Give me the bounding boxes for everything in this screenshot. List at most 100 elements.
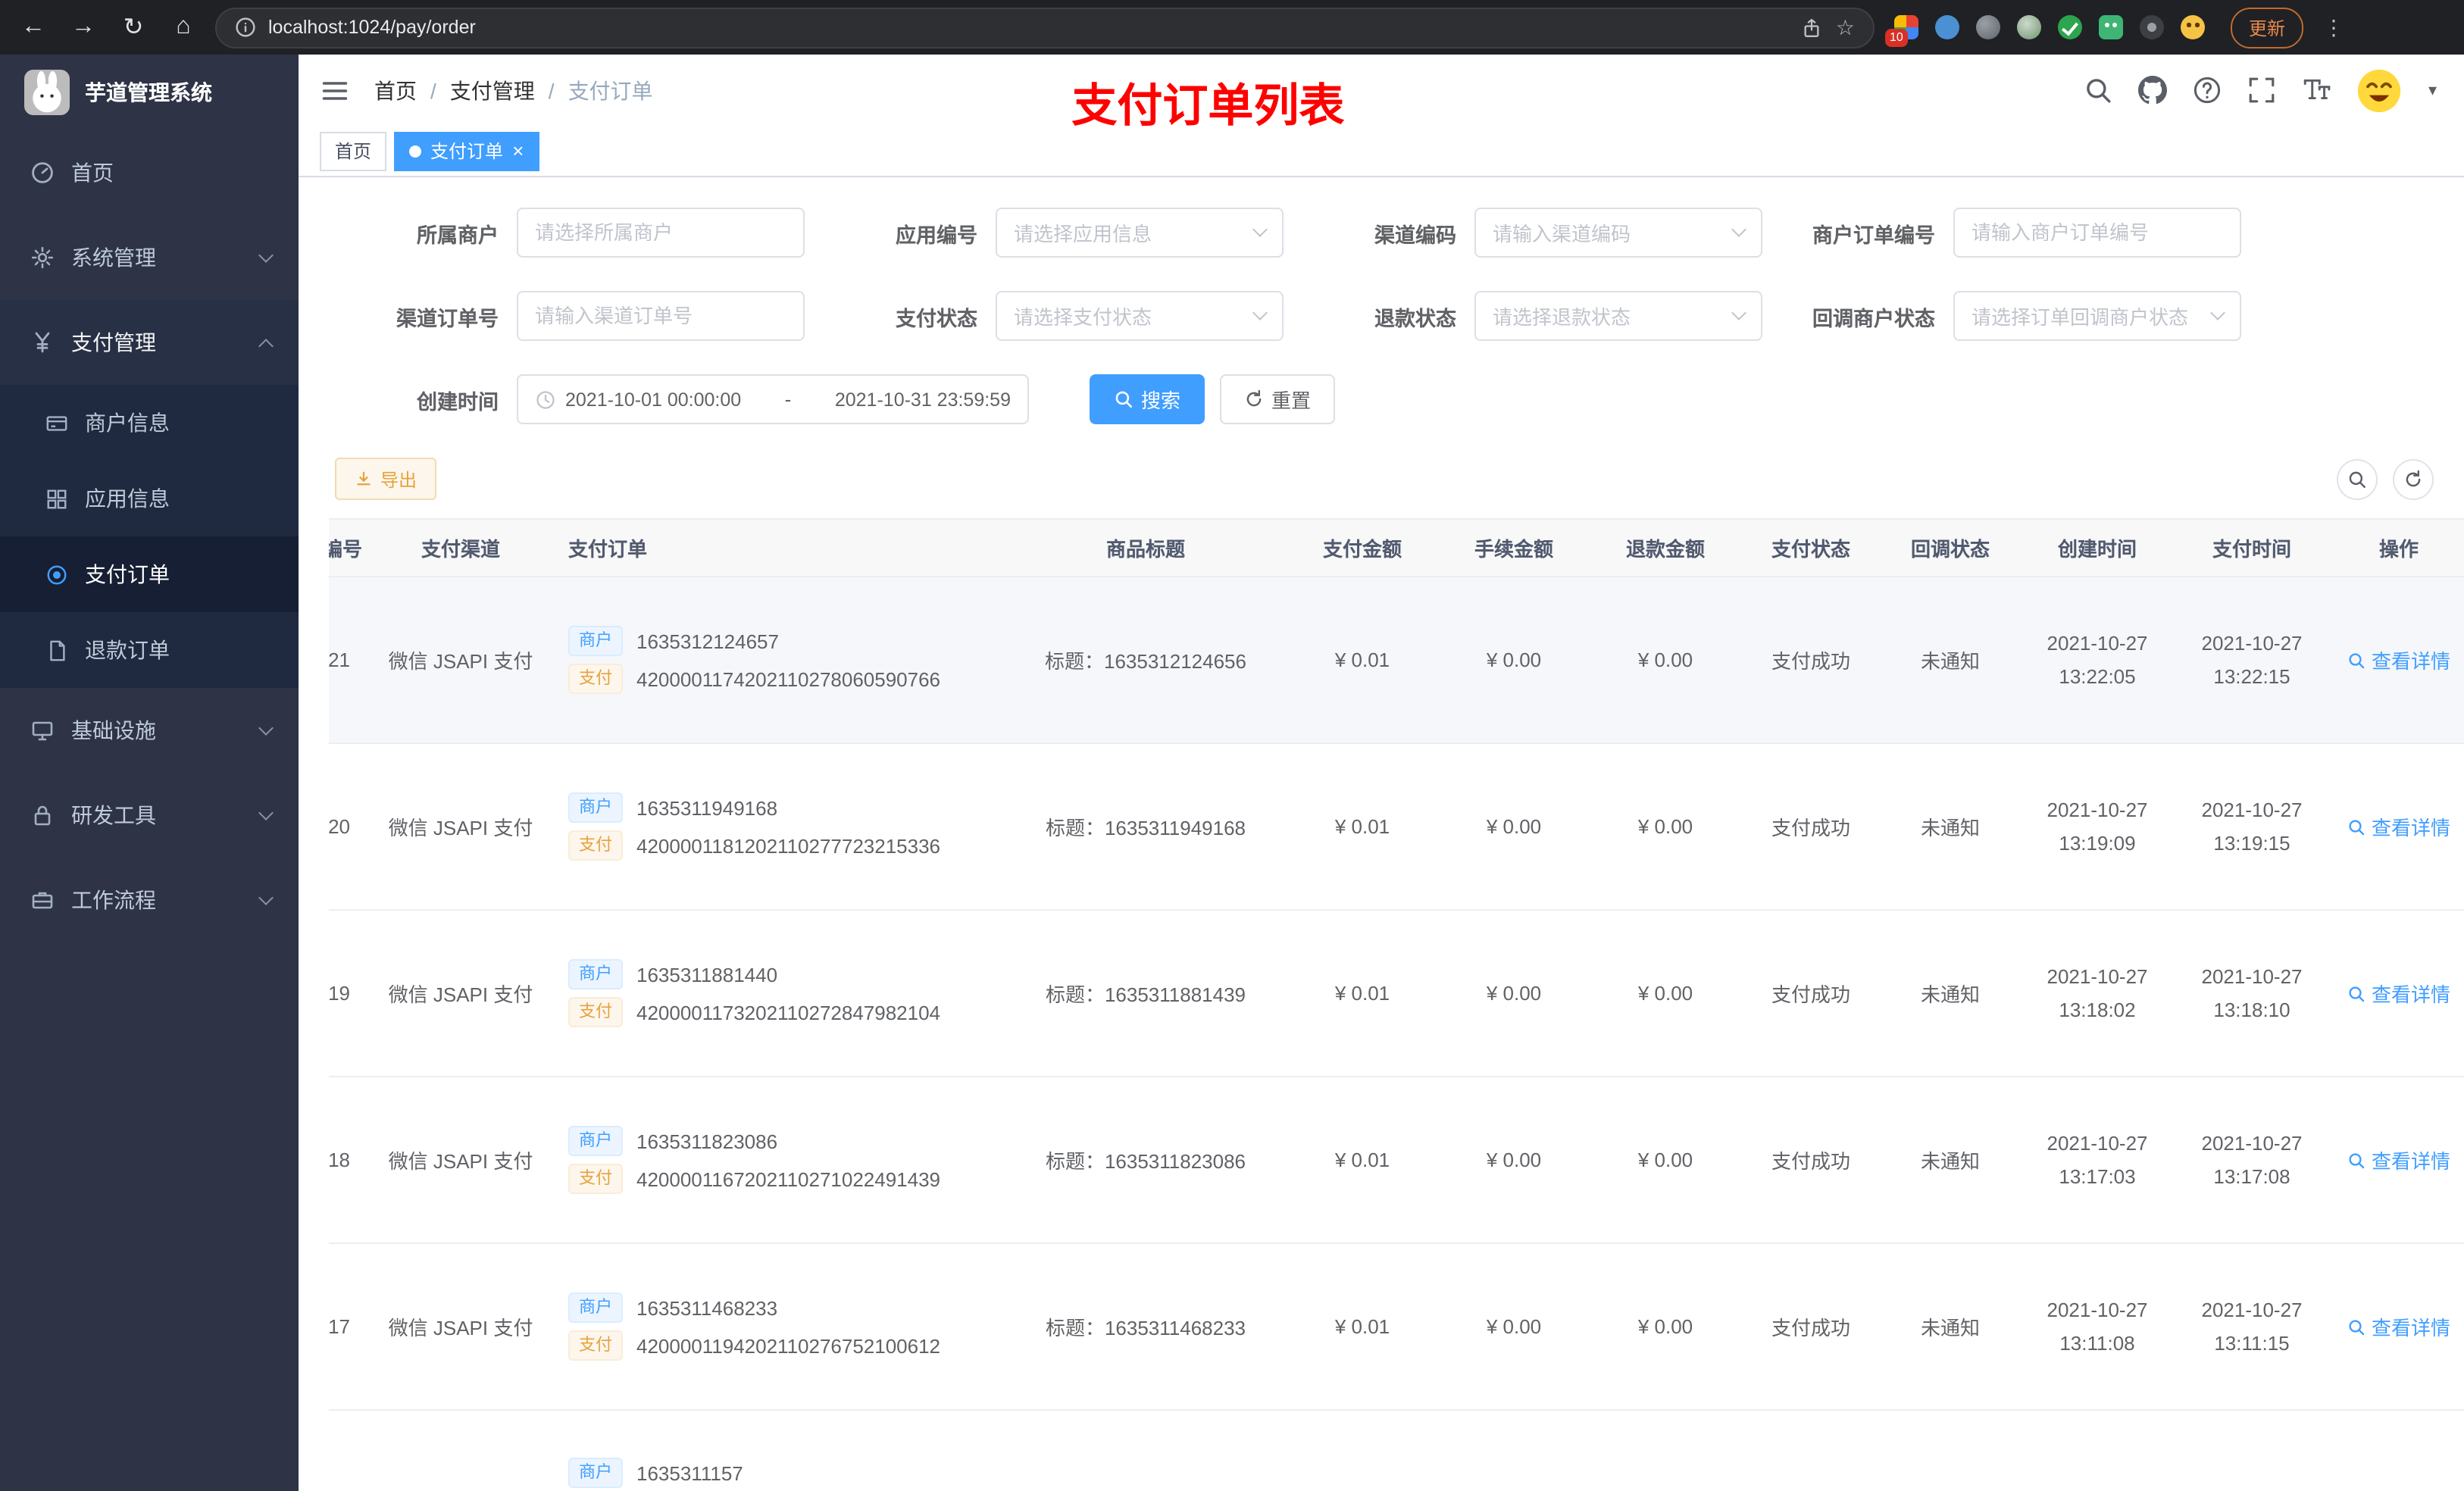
filter-group-merchant: 所属商户 bbox=[347, 208, 805, 258]
cell-title: 标题：1635311949168 bbox=[1005, 743, 1287, 911]
extension-pin-icon[interactable] bbox=[2140, 15, 2164, 39]
sidebar-item-refund-order[interactable]: 退款订单 bbox=[0, 612, 299, 688]
site-info-icon[interactable] bbox=[235, 17, 256, 38]
tab-label: 支付订单 bbox=[430, 141, 504, 162]
cell-pay-amount: ¥ 0.01 bbox=[1287, 1243, 1438, 1411]
sidebar-item-infra[interactable]: 基础设施 bbox=[0, 688, 299, 773]
merchant-order-line: 商户 1635311881440 bbox=[568, 959, 997, 989]
search-icon[interactable] bbox=[2084, 76, 2113, 105]
font-size-icon[interactable] bbox=[2303, 76, 2331, 105]
extension-drop-icon[interactable] bbox=[1935, 15, 1959, 39]
sidebar-item-workflow[interactable]: 工作流程 bbox=[0, 858, 299, 942]
extension-face-icon[interactable] bbox=[2181, 15, 2205, 39]
table-row-partial[interactable]: 商户 1635311157 bbox=[329, 1410, 2464, 1491]
browser-back-icon[interactable]: ← bbox=[15, 9, 52, 45]
create-time-range-picker[interactable]: 2021-10-01 00:00:00 - 2021-10-31 23:59:5… bbox=[517, 374, 1029, 424]
cell-create-time: 2021-10-27 13:11:08 bbox=[2020, 1243, 2175, 1411]
breadcrumb-pay-manage[interactable]: 支付管理 bbox=[450, 75, 535, 105]
sidebar-item-system[interactable]: 系统管理 bbox=[0, 215, 299, 300]
sidebar-item-devtools[interactable]: 研发工具 bbox=[0, 773, 299, 858]
export-button[interactable]: 导出 bbox=[335, 458, 437, 500]
browser-menu-icon[interactable]: ⋮ bbox=[2317, 14, 2350, 40]
card-icon bbox=[46, 415, 67, 430]
sidebar-item-payment[interactable]: 支付管理 bbox=[0, 300, 299, 385]
channel-order-no-input[interactable] bbox=[535, 305, 786, 327]
cell-notify-status bbox=[1881, 1410, 2020, 1491]
cell-title: 标题：1635312124656 bbox=[1005, 577, 1287, 744]
pay-status-select[interactable]: 请选择支付状态 bbox=[996, 291, 1284, 341]
cell-refund-amount: ¥ 0.00 bbox=[1590, 743, 1741, 911]
tags-view-bar: 首页 支付订单 × bbox=[299, 126, 2464, 177]
github-icon[interactable] bbox=[2138, 76, 2168, 105]
search-button[interactable]: 搜索 bbox=[1090, 374, 1205, 424]
sidebar-item-label: 支付订单 bbox=[85, 562, 170, 586]
sidebar-item-merchant-info[interactable]: 商户信息 bbox=[0, 385, 299, 461]
refund-status-select[interactable]: 请选择退款状态 bbox=[1474, 291, 1762, 341]
tab-close-icon[interactable]: × bbox=[512, 141, 524, 161]
table-row[interactable]: 17 微信 JSAPI 支付 商户 1635311468233 支付 4200001… bbox=[329, 1243, 2464, 1411]
extension-palette-icon[interactable]: 10 bbox=[1885, 15, 1918, 47]
avatar-caret-icon[interactable]: ▾ bbox=[2428, 80, 2437, 100]
view-detail-link[interactable]: 查看详情 bbox=[2347, 1146, 2450, 1174]
pay-tag: 支付 bbox=[568, 1330, 623, 1361]
main-area: 首页 / 支付管理 / 支付订单 支付订单列表 ▾ 首页 支付订单 × 所属商户… bbox=[299, 55, 2464, 1491]
chevron-down-icon bbox=[258, 247, 274, 262]
user-avatar[interactable] bbox=[2357, 67, 2403, 113]
help-icon[interactable] bbox=[2194, 76, 2222, 105]
fullscreen-icon[interactable] bbox=[2248, 76, 2277, 105]
merchant-order-no-input[interactable] bbox=[1972, 221, 2223, 244]
merchant-input[interactable] bbox=[535, 221, 786, 244]
date-end-value: 2021-10-31 23:59:59 bbox=[834, 389, 1011, 410]
merchant-order-no: 1635312124657 bbox=[636, 630, 779, 652]
extension-globe-icon[interactable] bbox=[1976, 15, 2000, 39]
address-bar[interactable]: localhost:1024/pay/order ☆ bbox=[215, 7, 1875, 48]
cell-title bbox=[1005, 1410, 1287, 1491]
tab-home[interactable]: 首页 bbox=[320, 131, 387, 170]
browser-reload-icon[interactable]: ↻ bbox=[115, 9, 152, 45]
cell-actions: 查看详情 bbox=[2329, 1243, 2464, 1411]
view-detail-link[interactable]: 查看详情 bbox=[2347, 812, 2450, 841]
view-detail-link[interactable]: 查看详情 bbox=[2347, 979, 2450, 1008]
cell-id: 21 bbox=[329, 577, 371, 744]
table-row[interactable]: 19 微信 JSAPI 支付 商户 1635311881440 支付 4200001… bbox=[329, 910, 2464, 1077]
notify-status-select[interactable]: 请选择订单回调商户状态 bbox=[1953, 291, 2241, 341]
app-header: 首页 / 支付管理 / 支付订单 支付订单列表 ▾ bbox=[299, 55, 2464, 132]
reset-button[interactable]: 重置 bbox=[1220, 374, 1336, 424]
channel-code-select[interactable]: 请输入渠道编码 bbox=[1474, 208, 1762, 258]
browser-home-icon[interactable]: ⌂ bbox=[165, 9, 202, 45]
refresh-table-button[interactable] bbox=[2393, 458, 2434, 499]
merchant-order-no-field[interactable] bbox=[1953, 208, 2241, 258]
column-header-pay-time: 支付时间 bbox=[2175, 519, 2329, 577]
hamburger-icon[interactable] bbox=[320, 75, 350, 105]
sidebar-item-pay-order[interactable]: 支付订单 bbox=[0, 536, 299, 612]
browser-forward-icon[interactable]: → bbox=[65, 9, 102, 45]
extension-orb-icon[interactable] bbox=[2017, 15, 2041, 39]
merchant-select[interactable] bbox=[517, 208, 805, 258]
column-header-refund-amount: 退款金额 bbox=[1590, 519, 1741, 577]
breadcrumb-home[interactable]: 首页 bbox=[374, 75, 417, 105]
channel-order-no-field[interactable] bbox=[517, 291, 805, 341]
cell-channel: 微信 JSAPI 支付 bbox=[371, 1243, 550, 1411]
cell-notify-status: 未通知 bbox=[1881, 743, 2020, 911]
extension-chat-icon[interactable] bbox=[2099, 15, 2123, 39]
share-icon[interactable] bbox=[1801, 16, 1824, 39]
sidebar-item-home[interactable]: 首页 bbox=[0, 130, 299, 215]
toggle-search-button[interactable] bbox=[2337, 458, 2378, 499]
table-row[interactable]: 18 微信 JSAPI 支付 商户 1635311823086 支付 4200001… bbox=[329, 1077, 2464, 1244]
column-header-order: 支付订单 bbox=[550, 519, 1005, 577]
view-detail-link[interactable]: 查看详情 bbox=[2347, 1312, 2450, 1341]
table-row[interactable]: 21 微信 JSAPI 支付 商户 1635312124657 支付 4200001… bbox=[329, 577, 2464, 744]
yen-icon bbox=[35, 332, 50, 353]
view-detail-label: 查看详情 bbox=[2371, 983, 2450, 1006]
view-detail-link[interactable]: 查看详情 bbox=[2347, 645, 2450, 674]
tab-pay-order[interactable]: 支付订单 × bbox=[394, 131, 539, 170]
browser-update-button[interactable]: 更新 bbox=[2231, 7, 2304, 48]
extension-check-icon[interactable] bbox=[2058, 15, 2082, 39]
cell-refund-amount: ¥ 0.00 bbox=[1590, 1077, 1741, 1244]
sidebar-item-app-info[interactable]: 应用信息 bbox=[0, 461, 299, 536]
table-row[interactable]: 20 微信 JSAPI 支付 商户 1635311949168 支付 4200001… bbox=[329, 743, 2464, 911]
app-select[interactable]: 请选择应用信息 bbox=[996, 208, 1284, 258]
browser-chrome: ← → ↻ ⌂ localhost:1024/pay/order ☆ 10 更新… bbox=[0, 0, 2464, 55]
bookmark-star-icon[interactable]: ☆ bbox=[1836, 14, 1855, 40]
filter-group-merchant-order-no: 商户订单编号 bbox=[1784, 208, 2241, 258]
